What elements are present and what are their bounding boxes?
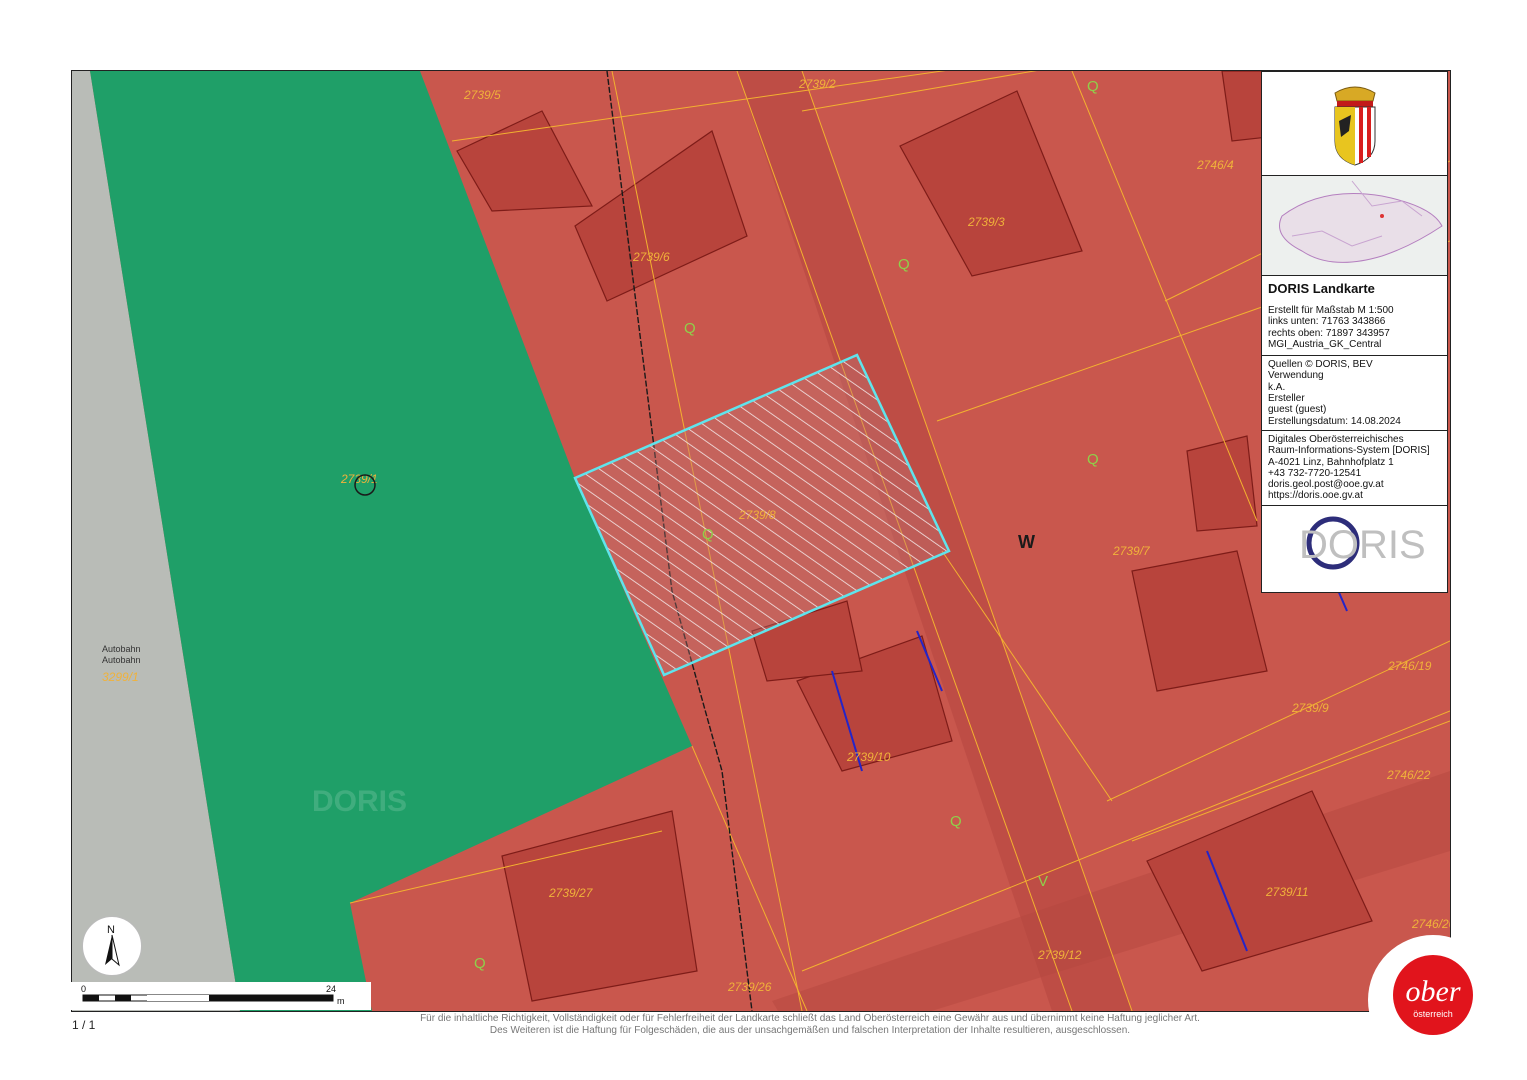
parcel-label: 2746/22 <box>1386 768 1431 782</box>
doris-logo: DORIS <box>1262 506 1447 581</box>
map-canvas[interactable]: 2739/5 2739/2 2746/4 2739/3 2739/6 2739/… <box>71 70 1451 1012</box>
coat-of-arms <box>1262 72 1447 176</box>
parcel-label: 2739/2 <box>798 77 836 91</box>
road-label: Autobahn <box>102 644 141 654</box>
map-svg: 2739/5 2739/2 2746/4 2739/3 2739/6 2739/… <box>72 71 1450 1011</box>
legend-line: Quellen © DORIS, BEV <box>1268 359 1373 371</box>
parcel-label: 3299/1 <box>102 670 139 684</box>
svg-text:V: V <box>1038 873 1048 890</box>
parcel-label: 2739/26 <box>727 980 772 994</box>
scale-bar-svg: 0 24 m <box>81 984 345 1006</box>
svg-text:Q: Q <box>1087 78 1099 95</box>
parcel-label: 2739/5 <box>463 88 501 102</box>
parcel-label: 2739/27 <box>548 886 594 900</box>
zone-label: W <box>1018 532 1035 552</box>
parcel-label: 2739/11 <box>1265 885 1309 899</box>
ober-sub: österreich <box>1413 1009 1453 1019</box>
svg-text:m: m <box>337 996 345 1006</box>
legend-panel: DORIS Landkarte Erstellt für Maßstab M 1… <box>1261 71 1448 593</box>
crest-icon <box>1333 86 1376 166</box>
legend-line: MGI_Austria_GK_Central <box>1268 338 1382 350</box>
svg-text:Q: Q <box>684 320 696 337</box>
svg-text:N: N <box>107 924 115 936</box>
page-number: 1 / 1 <box>72 1018 96 1032</box>
disclaimer: Für die inhaltliche Richtigkeit, Vollstä… <box>250 1013 1370 1037</box>
doris-logo-icon: DORIS <box>1299 516 1425 570</box>
svg-text:Q: Q <box>898 256 910 273</box>
legend-line: Verwendung <box>1268 370 1324 382</box>
legend-line: A-4021 Linz, Bahnhofplatz 1 <box>1268 456 1394 468</box>
parcel-label: 2739/7 <box>1112 544 1151 558</box>
parcel-label: 2746/4 <box>1196 158 1234 172</box>
disclaimer-line: Des Weiteren ist die Haftung für Folgesc… <box>489 1025 1131 1036</box>
svg-text:DORIS: DORIS <box>1299 523 1425 567</box>
north-arrow: N <box>82 916 142 976</box>
scale-bar: 0 24 m <box>71 982 371 1010</box>
parcel-label: 2739/8 <box>738 508 776 522</box>
road-label: Autobahn <box>102 655 141 665</box>
legend-contact: Digitales Oberösterreichisches Raum-Info… <box>1262 431 1447 506</box>
legend-line: Ersteller <box>1268 393 1305 405</box>
svg-text:Q: Q <box>702 526 714 543</box>
parcel-label: 2746/20 <box>1411 917 1450 931</box>
ober-word: ober <box>1405 975 1461 1008</box>
legend-line: k.A. <box>1268 381 1286 393</box>
overview-map-svg <box>1262 176 1447 275</box>
parcel-label: 2739/12 <box>1037 948 1082 962</box>
legend-title: DORIS Landkarte <box>1268 281 1375 296</box>
legend-line: Erstellungsdatum: 14.08.2024 <box>1268 415 1401 427</box>
parcel-label: 2746/19 <box>1387 659 1432 673</box>
legend-sources: Quellen © DORIS, BEV Verwendung k.A. Ers… <box>1262 356 1447 431</box>
legend-line: Digitales Oberösterreichisches <box>1268 433 1404 445</box>
svg-text:0: 0 <box>81 984 86 994</box>
watermark: DORIS <box>312 785 407 818</box>
parcel-label: 2739/10 <box>846 750 891 764</box>
legend-line: Raum-Informations-System [DORIS] <box>1268 445 1430 457</box>
north-arrow-icon: N <box>105 924 120 967</box>
parcel-label: 2739/9 <box>1291 701 1329 715</box>
legend-line: links unten: 71763 343866 <box>1268 316 1386 328</box>
overview-map <box>1262 176 1447 276</box>
legend-line[interactable]: https://doris.ooe.gv.at <box>1268 490 1441 501</box>
disclaimer-line: Für die inhaltliche Richtigkeit, Vollstä… <box>420 1013 1200 1024</box>
svg-text:Q: Q <box>1087 451 1099 468</box>
svg-text:Q: Q <box>474 955 486 972</box>
legend-info: DORIS Landkarte Erstellt für Maßstab M 1… <box>1262 276 1447 357</box>
parcel-label: 2739/6 <box>632 250 670 264</box>
svg-text:24: 24 <box>326 984 336 994</box>
legend-line[interactable]: doris.geol.post@ooe.gv.at <box>1268 479 1441 490</box>
legend-line: Erstellt für Maßstab M 1:500 <box>1268 305 1394 316</box>
legend-line: +43 732-7720-12541 <box>1268 467 1362 479</box>
legend-line: rechts oben: 71897 343957 <box>1268 327 1390 339</box>
parcel-label: 2739/3 <box>967 215 1005 229</box>
svg-text:Q: Q <box>950 813 962 830</box>
legend-line: guest (guest) <box>1268 404 1327 416</box>
